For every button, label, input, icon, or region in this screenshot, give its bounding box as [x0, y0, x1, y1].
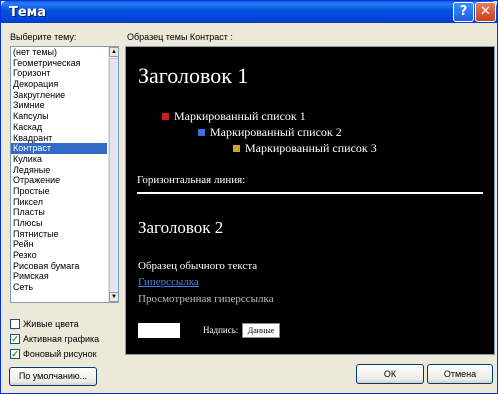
preview-input-field[interactable]: Данные	[242, 323, 280, 338]
theme-list-item[interactable]: (нет темы)	[11, 47, 107, 58]
theme-list-item[interactable]: Пиксел	[11, 197, 107, 208]
cancel-button[interactable]: Отмена	[427, 364, 493, 384]
theme-list-item[interactable]: Рисовая бумага	[11, 261, 107, 272]
default-button[interactable]: По умолчанию...	[9, 367, 97, 386]
scroll-thumb[interactable]	[109, 58, 118, 294]
theme-listbox[interactable]: (нет темы) Геометрическая Горизонт Декораци…	[10, 46, 119, 303]
ok-button[interactable]: ОК	[356, 364, 424, 384]
help-button[interactable]: ?	[453, 2, 474, 22]
sample-label: Образец темы Контраст :	[127, 32, 233, 42]
theme-list-item[interactable]: Плюсы	[11, 218, 107, 229]
preview-field-label: Надпись:	[203, 325, 239, 335]
checkbox-box[interactable]	[10, 319, 20, 329]
checkbox-label: Фоновый рисунок	[23, 349, 97, 359]
close-button[interactable]: ✕	[475, 2, 496, 22]
bullet-text: Маркированный список 2	[210, 125, 342, 139]
theme-preview: Заголовок 1 Маркированный список 1 Марки…	[125, 46, 495, 355]
preview-visited-link[interactable]: Просмотренная гиперссылка	[138, 293, 274, 305]
theme-list-item[interactable]: Рейн	[11, 239, 107, 250]
theme-list-item[interactable]: Ледяные	[11, 165, 107, 176]
theme-list: (нет темы) Геометрическая Горизонт Декораци…	[11, 47, 118, 293]
theme-list-item[interactable]: Кулика	[11, 154, 107, 165]
theme-list-item[interactable]: Декорация	[11, 79, 107, 90]
theme-list-item[interactable]: Горизонт	[11, 68, 107, 79]
scroll-down-button[interactable]: ▼	[109, 292, 118, 302]
theme-list-item[interactable]: Зимние	[11, 100, 107, 111]
theme-list-item[interactable]: Отражение	[11, 175, 107, 186]
theme-dialog: Тема ? ✕ Выберите тему: Образец темы Кон…	[0, 0, 498, 394]
theme-list-scrollbar[interactable]: ▲ ▼	[108, 47, 118, 302]
checkbox-label: Живые цвета	[23, 319, 79, 329]
preview-bullet-2: Маркированный список 2	[198, 125, 342, 140]
preview-body-text: Образец обычного текста	[138, 260, 258, 272]
preview-hyperlink[interactable]: Гиперссылка	[138, 276, 199, 288]
bullet-text: Маркированный список 1	[174, 109, 306, 123]
theme-list-item[interactable]: Резко	[11, 250, 107, 261]
window-title: Тема	[9, 5, 47, 20]
theme-list-item[interactable]: Сеть	[11, 282, 107, 293]
theme-list-item[interactable]: Римская	[11, 271, 107, 282]
preview-horizontal-rule	[137, 192, 483, 194]
preview-heading-2: Заголовок 2	[138, 218, 224, 237]
theme-list-item[interactable]: Пятнистые	[11, 229, 107, 240]
theme-list-item[interactable]: Простые	[11, 186, 107, 197]
preview-heading-1: Заголовок 1	[138, 63, 249, 88]
bullet-marker-icon	[162, 113, 169, 120]
bullet-text: Маркированный список 3	[245, 141, 377, 155]
vivid-colors-checkbox[interactable]: Живые цвета	[10, 319, 79, 329]
bullet-marker-icon	[198, 129, 205, 136]
checkbox-box[interactable]: ✓	[10, 334, 20, 344]
preview-hr-label: Горизонтальная линия:	[137, 174, 246, 186]
theme-list-item[interactable]: Закругление	[11, 90, 107, 101]
background-image-checkbox[interactable]: ✓ Фоновый рисунок	[10, 349, 97, 359]
preview-bullet-1: Маркированный список 1	[162, 109, 306, 124]
preview-bullet-3: Маркированный список 3	[233, 141, 377, 156]
preview-sample-button[interactable]	[138, 323, 180, 338]
theme-list-item[interactable]: Капсулы	[11, 111, 107, 122]
title-bar[interactable]: Тема ? ✕	[1, 1, 497, 23]
scroll-up-button[interactable]: ▲	[109, 47, 118, 57]
theme-list-item[interactable]: Контраст	[11, 143, 107, 154]
choose-theme-label: Выберите тему:	[10, 32, 77, 42]
bullet-marker-icon	[233, 145, 240, 152]
active-graphics-checkbox[interactable]: ✓ Активная графика	[10, 334, 99, 344]
theme-list-item[interactable]: Каскад	[11, 122, 107, 133]
checkbox-label: Активная графика	[23, 334, 100, 344]
checkbox-box[interactable]: ✓	[10, 349, 20, 359]
theme-list-item[interactable]: Геометрическая	[11, 58, 107, 69]
theme-list-item[interactable]: Пласты	[11, 207, 107, 218]
theme-list-item[interactable]: Квадрант	[11, 133, 107, 144]
